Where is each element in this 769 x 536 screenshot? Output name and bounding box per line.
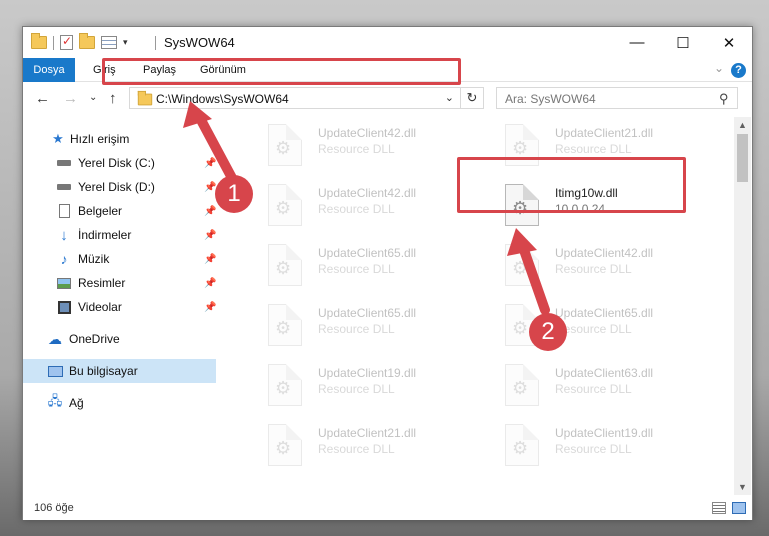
- arrow-2-head: [507, 228, 537, 256]
- callout-1: 1: [215, 175, 253, 213]
- arrow-2-shaft: [519, 245, 550, 315]
- callout-2: 2: [529, 313, 567, 351]
- arrow-1-shaft: [196, 115, 237, 183]
- annotation-arrows: [183, 101, 550, 315]
